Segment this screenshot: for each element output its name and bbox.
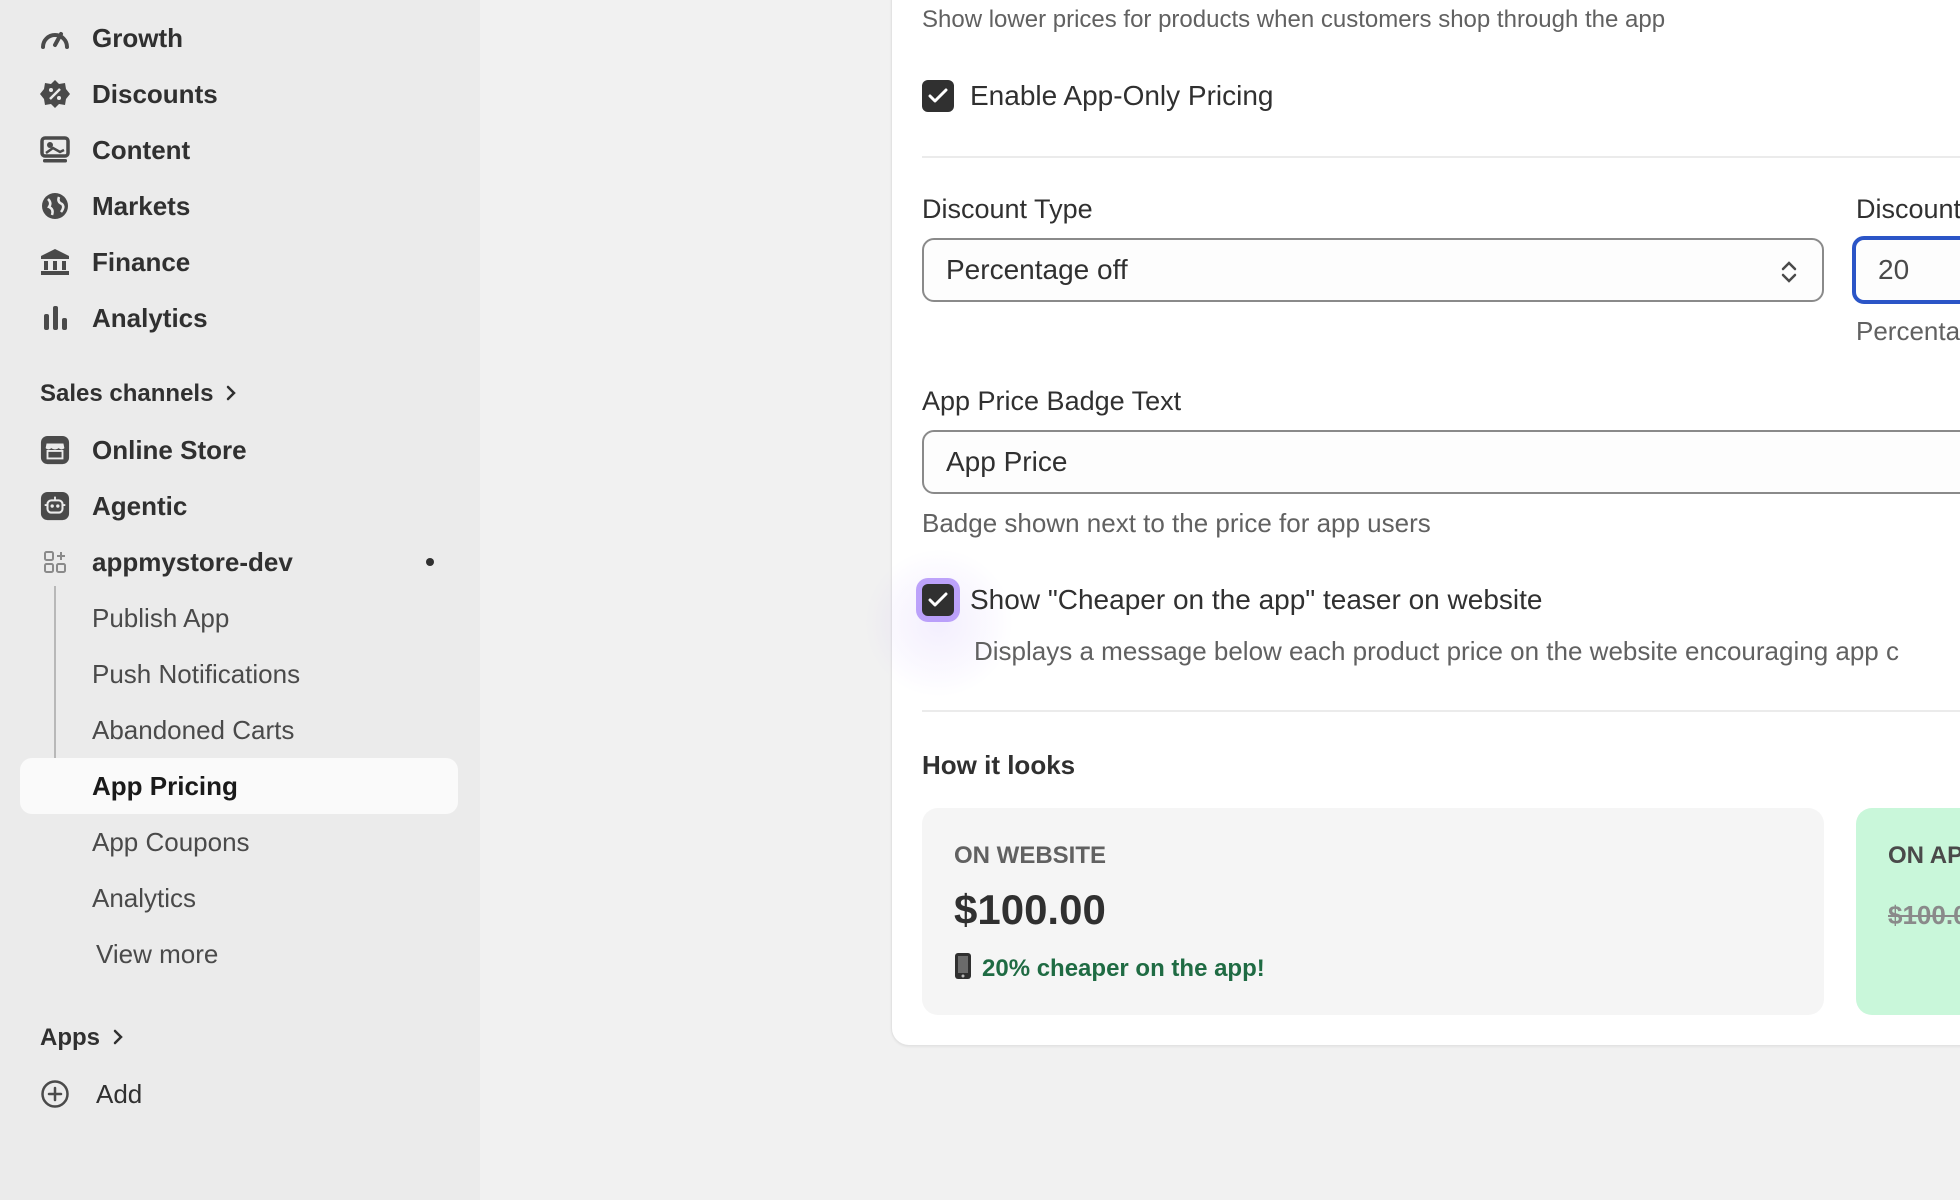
sales-channels-header[interactable]: Sales channels xyxy=(40,380,237,408)
discount-type-select[interactable]: Percentage off xyxy=(922,238,1824,302)
sidebar-item-discounts[interactable]: Discounts xyxy=(20,66,458,122)
teaser-label: Show "Cheaper on the app" teaser on webs… xyxy=(970,584,1543,615)
website-preview-card: ON WEBSITE $100.00 20% cheaper on the ap… xyxy=(922,808,1824,1015)
app-preview-card: ON AP $100.0 xyxy=(1856,808,1960,1015)
content-image-icon xyxy=(40,136,70,164)
badge-text-help: Badge shown next to the price for app us… xyxy=(922,508,1431,538)
apps-label: Apps xyxy=(40,1024,100,1051)
sales-channels-label: Sales channels xyxy=(40,380,214,407)
discount-value: 20 xyxy=(1878,254,1910,285)
store-icon xyxy=(40,435,70,465)
sidebar-item-agentic[interactable]: Agentic xyxy=(20,478,458,534)
app-preview-label: ON AP xyxy=(1888,842,1960,869)
globe-icon xyxy=(40,192,70,220)
discount-type-value: Percentage off xyxy=(946,254,1128,285)
teaser-checkbox[interactable] xyxy=(922,584,954,616)
website-preview-teaser-text: 20% cheaper on the app! xyxy=(982,954,1265,982)
website-preview-label: ON WEBSITE xyxy=(954,842,1107,869)
focus-ripple xyxy=(864,548,1014,698)
discount-badge-icon xyxy=(40,80,70,108)
gauge-icon xyxy=(40,24,70,52)
sidebar-item-label: Content xyxy=(92,134,191,165)
checkmark-icon xyxy=(928,592,948,607)
app-preview-original-price: $100.0 xyxy=(1888,900,1960,930)
sidebar-subitem-app-coupons[interactable]: App Coupons xyxy=(20,814,458,870)
sidebar-item-label: appmystore-dev xyxy=(92,546,293,577)
sidebar: Growth Discounts Content Markets Finance… xyxy=(0,0,480,1200)
app-grid-icon xyxy=(40,548,70,576)
sidebar-item-label: Online Store xyxy=(92,434,247,465)
sidebar-item-label: Markets xyxy=(92,190,191,221)
sidebar-subitem-label: App Coupons xyxy=(92,826,250,857)
sidebar-item-label: Finance xyxy=(92,246,191,277)
view-more-label: View more xyxy=(96,938,219,969)
sidebar-item-label: Growth xyxy=(92,22,183,53)
phone-icon xyxy=(954,952,972,985)
badge-text-label: App Price Badge Text xyxy=(922,386,1182,416)
website-preview-teaser: 20% cheaper on the app! xyxy=(954,952,1265,985)
view-more-link[interactable]: View more xyxy=(20,926,458,982)
sidebar-item-label: Analytics xyxy=(92,302,208,333)
preview-heading: How it looks xyxy=(922,750,1076,780)
sidebar-item-appmystore-dev[interactable]: appmystore-dev xyxy=(20,534,458,590)
website-preview-price: $100.00 xyxy=(954,886,1106,933)
divider xyxy=(922,710,1960,712)
sidebar-subitem-abandoned-carts[interactable]: Abandoned Carts xyxy=(20,702,458,758)
discount-value-label: Discount xyxy=(1856,194,1960,224)
sidebar-subitem-label: Push Notifications xyxy=(92,658,301,689)
sidebar-item-label: Agentic xyxy=(92,490,188,521)
discount-type-label: Discount Type xyxy=(922,194,1093,224)
checkmark-icon xyxy=(928,88,948,103)
bar-chart-icon xyxy=(40,304,70,332)
sidebar-item-growth[interactable]: Growth xyxy=(20,10,458,66)
sidebar-subitem-app-pricing[interactable]: App Pricing xyxy=(20,758,458,814)
discount-value-help: Percenta xyxy=(1856,316,1960,346)
teaser-help: Displays a message below each product pr… xyxy=(974,636,1899,666)
sidebar-item-label: Discounts xyxy=(92,78,218,109)
add-app-button[interactable]: Add xyxy=(20,1066,458,1122)
enable-checkbox[interactable] xyxy=(922,80,954,112)
divider xyxy=(922,156,1960,158)
sidebar-item-markets[interactable]: Markets xyxy=(20,178,458,234)
status-dot xyxy=(426,558,434,566)
sidebar-item-analytics[interactable]: Analytics xyxy=(20,290,458,346)
select-arrows-icon xyxy=(1780,258,1798,293)
sidebar-subitem-label: Publish App xyxy=(92,602,230,633)
add-app-label: Add xyxy=(96,1078,143,1109)
intro-text: Show lower prices for products when cust… xyxy=(922,6,1666,33)
chevron-right-icon xyxy=(112,1024,124,1052)
discount-value-input[interactable]: 20 xyxy=(1852,236,1960,304)
sidebar-subitem-analytics[interactable]: Analytics xyxy=(20,870,458,926)
sidebar-item-online-store[interactable]: Online Store xyxy=(20,422,458,478)
sidebar-subitem-label: App Pricing xyxy=(92,770,238,801)
sidebar-subitem-push-notifications[interactable]: Push Notifications xyxy=(20,646,458,702)
sidebar-subitem-publish-app[interactable]: Publish App xyxy=(20,590,458,646)
plus-circle-icon xyxy=(40,1080,70,1108)
sidebar-item-finance[interactable]: Finance xyxy=(20,234,458,290)
bank-icon xyxy=(40,248,70,276)
sidebar-subitem-label: Analytics xyxy=(92,882,197,913)
apps-header[interactable]: Apps xyxy=(40,1024,124,1052)
chevron-right-icon xyxy=(225,380,237,408)
badge-text-value: App Price xyxy=(946,446,1068,477)
badge-text-input[interactable]: App Price xyxy=(922,430,1960,494)
robot-icon xyxy=(40,491,70,521)
enable-label: Enable App-Only Pricing xyxy=(970,80,1274,111)
teaser-toggle[interactable]: Show "Cheaper on the app" teaser on webs… xyxy=(922,584,1542,616)
enable-app-pricing-toggle[interactable]: Enable App-Only Pricing xyxy=(922,80,1274,112)
sidebar-item-content[interactable]: Content xyxy=(20,122,458,178)
sidebar-subitem-label: Abandoned Carts xyxy=(92,714,295,745)
